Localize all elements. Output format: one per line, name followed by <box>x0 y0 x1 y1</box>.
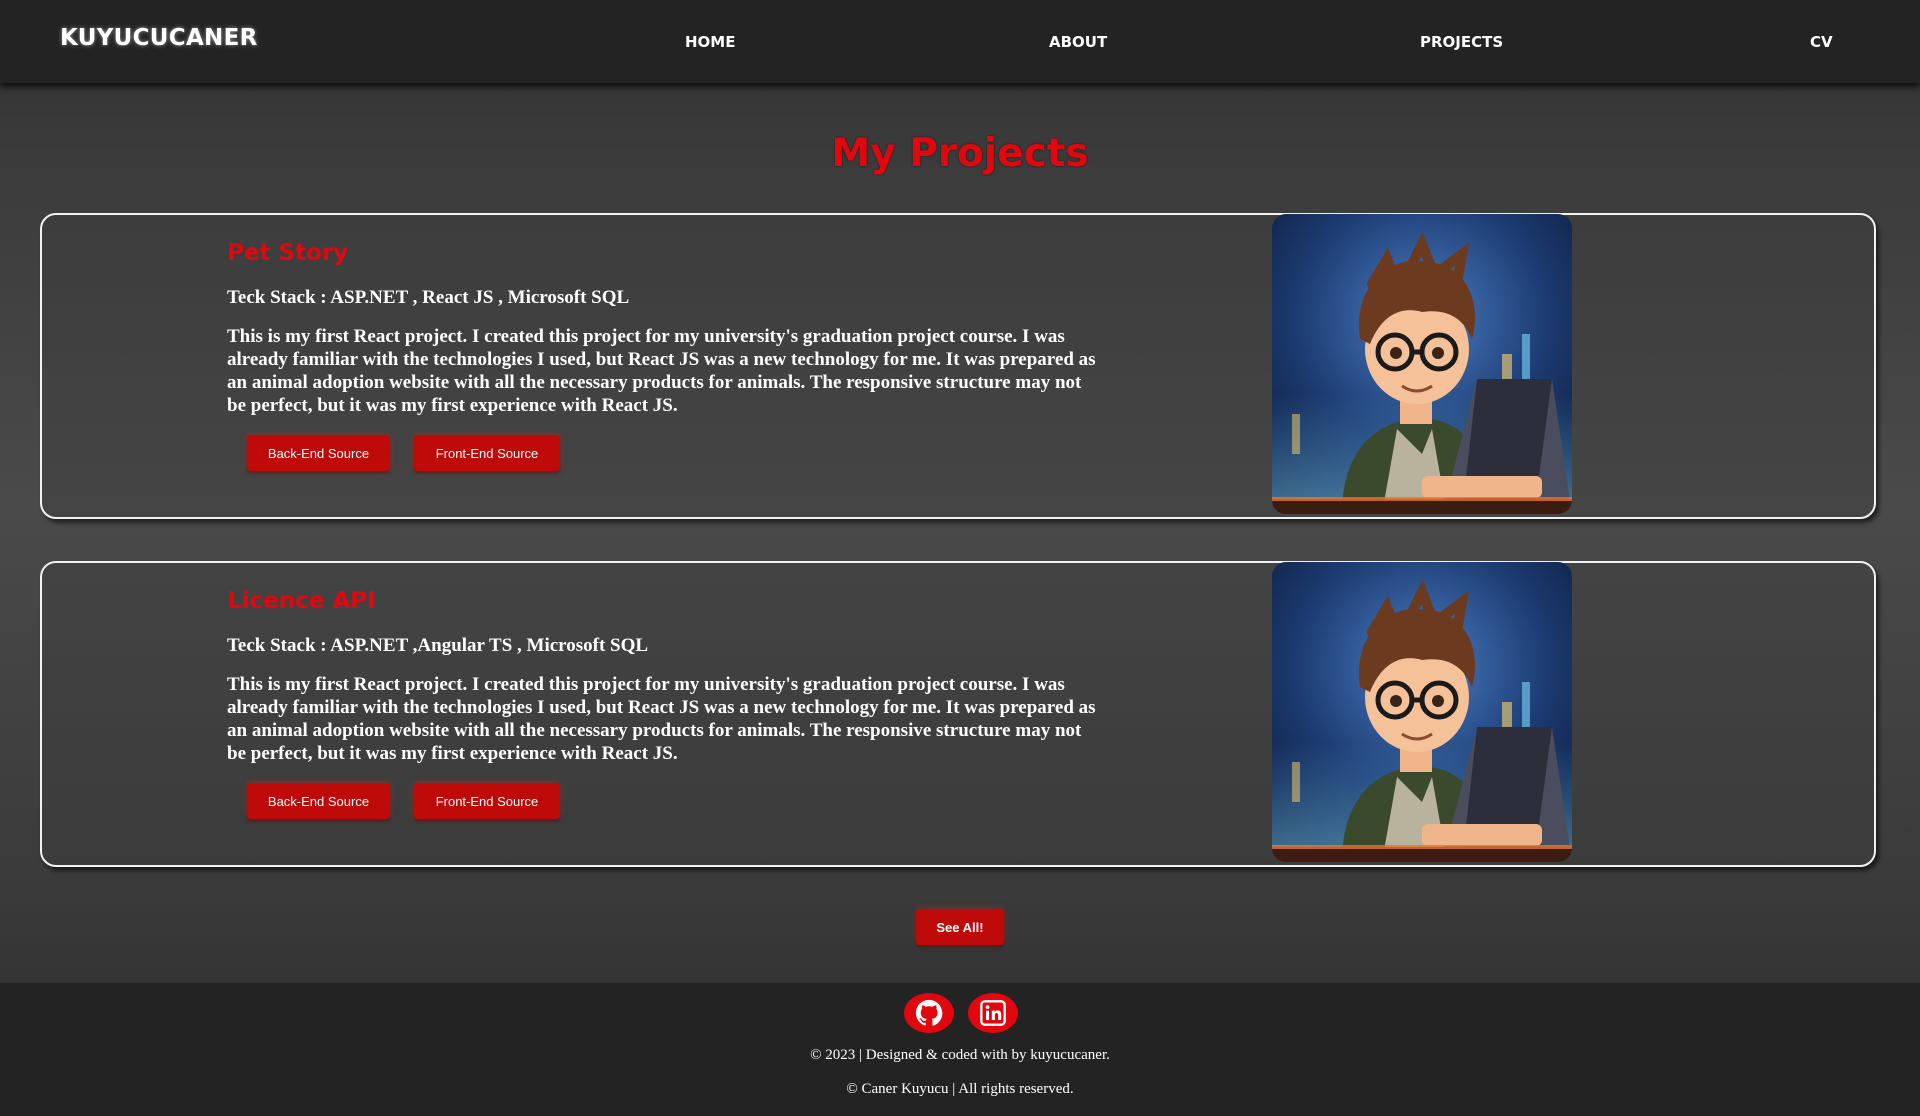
backend-source-button[interactable]: Back-End Source <box>247 783 390 819</box>
project-tech-stack: Teck Stack : ASP.NET , React JS , Micros… <box>227 287 630 308</box>
project-description: This is my first React project. I create… <box>227 326 1096 416</box>
footer-copyright: © Caner Kuyucu | All rights reserved. <box>846 1081 1074 1097</box>
github-icon <box>915 999 943 1026</box>
frontend-source-button[interactable]: Front-End Source <box>414 435 560 471</box>
developer-illustration <box>1272 562 1572 862</box>
project-card: Licence API Teck Stack : ASP.NET ,Angula… <box>40 561 1876 867</box>
project-tech-stack: Teck Stack : ASP.NET ,Angular TS , Micro… <box>227 635 649 656</box>
linkedin-icon <box>980 1000 1006 1026</box>
nav-link-projects[interactable]: PROJECTS <box>1420 33 1503 51</box>
backend-source-button[interactable]: Back-End Source <box>247 435 390 471</box>
see-all-button[interactable]: See All! <box>916 909 1004 945</box>
project-title: Licence API <box>227 588 376 614</box>
project-card: Pet Story Teck Stack : ASP.NET , React J… <box>40 213 1876 519</box>
project-description: This is my first React project. I create… <box>227 674 1096 764</box>
nav-link-home[interactable]: HOME <box>685 33 735 51</box>
brand-logo[interactable]: KUYUCUCANER <box>60 25 258 51</box>
project-title: Pet Story <box>227 240 349 266</box>
project-image <box>1272 214 1572 514</box>
linkedin-link[interactable] <box>968 993 1018 1033</box>
developer-illustration <box>1272 214 1572 514</box>
project-image <box>1272 562 1572 862</box>
page-title: My Projects <box>831 131 1089 176</box>
navbar: KUYUCUCANER HOME ABOUT PROJECTS CV <box>0 0 1920 83</box>
footer: © 2023 | Designed & coded with by kuyucu… <box>0 983 1920 1116</box>
footer-credit: © 2023 | Designed & coded with by kuyucu… <box>810 1047 1110 1063</box>
github-link[interactable] <box>904 993 954 1033</box>
nav-link-about[interactable]: ABOUT <box>1049 33 1107 51</box>
nav-link-cv[interactable]: CV <box>1810 33 1833 51</box>
frontend-source-button[interactable]: Front-End Source <box>414 783 560 819</box>
